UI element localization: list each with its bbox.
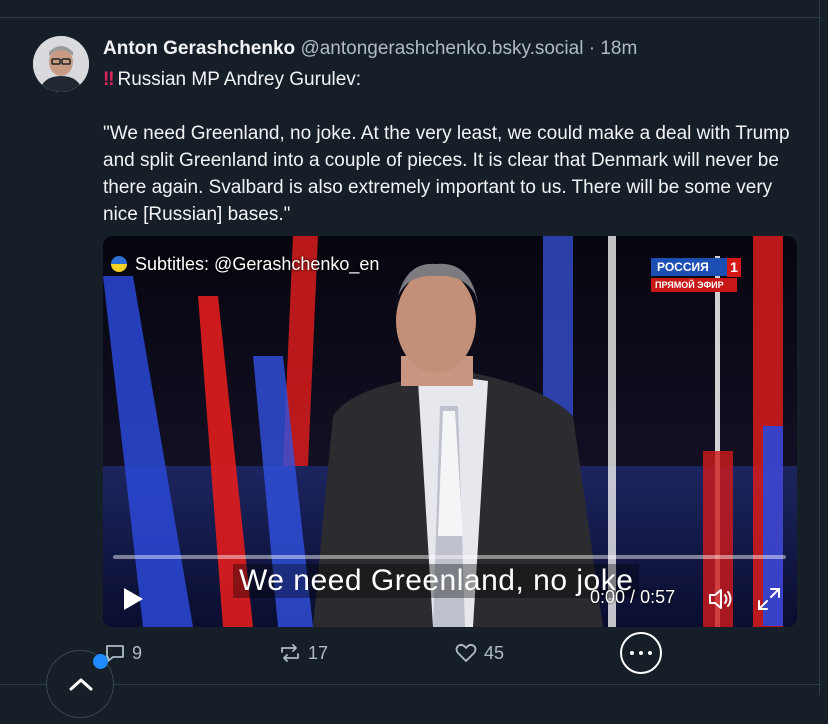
more-options-icon	[630, 651, 634, 655]
subtitles-watermark: Subtitles: @Gerashchenko_en	[111, 254, 379, 275]
reply-count: 9	[132, 642, 143, 663]
post-time[interactable]: 18m	[600, 38, 637, 59]
repost-count: 17	[308, 642, 329, 663]
watermark-text: Subtitles: @Gerashchenko_en	[135, 254, 380, 274]
time-display: 0:00 / 0:57	[590, 587, 675, 608]
repost-button[interactable]: 17	[279, 640, 328, 666]
video-player[interactable]: Subtitles: @Gerashchenko_en РОССИЯ 1 ПРЯМ…	[103, 236, 797, 627]
double-exclamation-icon: ‼	[103, 69, 115, 90]
post-body: ‼ Russian MP Andrey Gurulev: "We need Gre…	[103, 66, 803, 228]
more-dot	[648, 651, 652, 655]
progress-bar[interactable]	[113, 555, 786, 559]
avatar[interactable]	[33, 36, 89, 92]
notification-dot	[93, 654, 108, 669]
more-options-button[interactable]	[620, 632, 662, 674]
fullscreen-icon[interactable]	[756, 586, 782, 612]
feed-border	[819, 0, 820, 695]
heart-icon	[455, 643, 477, 662]
post-quote: "We need Greenland, no joke. At the very…	[103, 123, 790, 225]
author-name[interactable]: Anton Gerashchenko	[103, 38, 295, 59]
like-button[interactable]: 45	[455, 640, 504, 666]
time-separator: /	[625, 587, 641, 607]
channel-number: 1	[727, 258, 741, 277]
post-header: Anton Gerashchenko @antongerashchenko.bs…	[103, 36, 637, 62]
current-time: 0:00	[590, 587, 626, 607]
channel-name: РОССИЯ 1	[651, 258, 741, 277]
ukraine-flag-icon	[111, 256, 127, 272]
channel-live-label: ПРЯМОЙ ЭФИР	[651, 278, 737, 292]
top-divider	[0, 0, 820, 18]
post-time-separator: ·	[588, 38, 596, 59]
post-intro: Russian MP Andrey Gurulev:	[117, 69, 362, 90]
post-divider	[0, 684, 820, 685]
repost-icon	[281, 644, 299, 662]
channel-logo: РОССИЯ 1 ПРЯМОЙ ЭФИР	[651, 258, 743, 292]
more-dot	[639, 651, 643, 655]
avatar-image	[33, 36, 89, 92]
duration: 0:57	[640, 587, 676, 607]
play-icon[interactable]	[121, 586, 145, 612]
author-handle[interactable]: @antongerashchenko.bsky.social	[300, 38, 583, 59]
like-count: 45	[484, 642, 505, 663]
video-subtitle: We need Greenland, no joke	[233, 564, 640, 598]
channel-name-text: РОССИЯ	[657, 260, 709, 274]
volume-icon[interactable]	[707, 586, 735, 612]
post-text-line: ‼ Russian MP Andrey Gurulev:	[103, 66, 803, 93]
